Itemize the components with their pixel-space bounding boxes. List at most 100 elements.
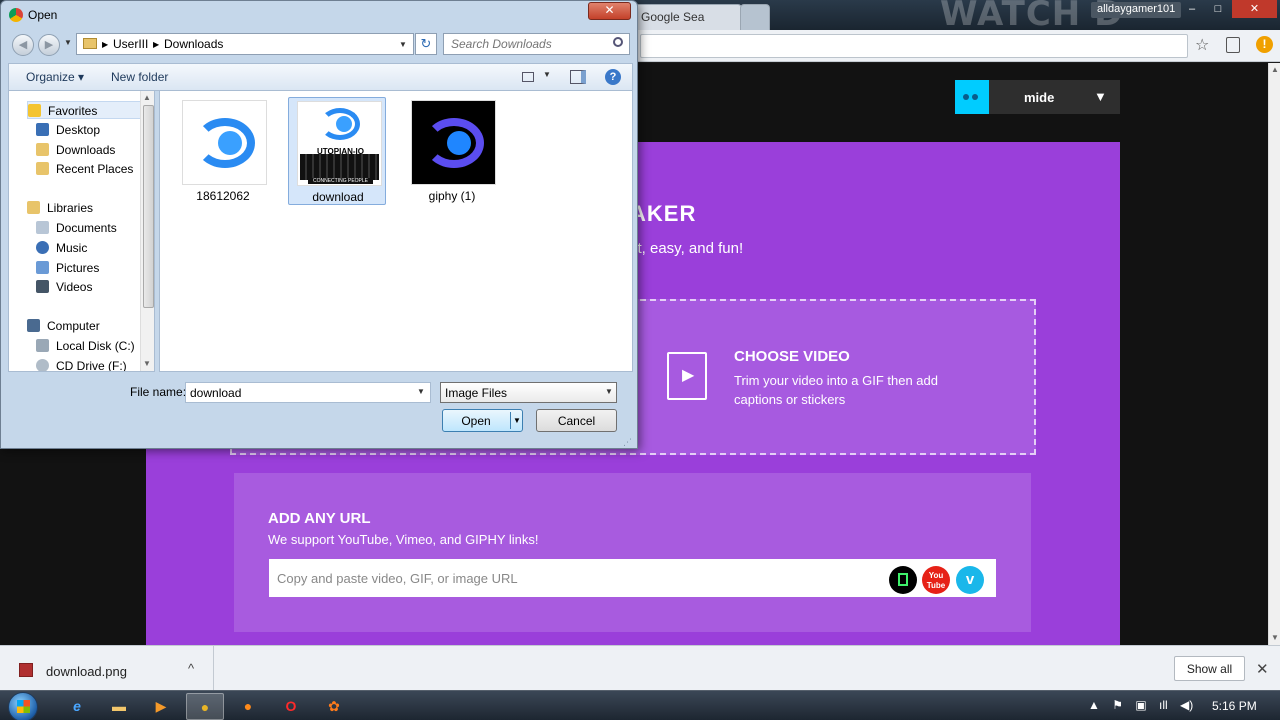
download-item[interactable]: download.png ^ — [0, 646, 214, 690]
forward-button[interactable]: ▶ — [38, 34, 60, 56]
sidebar-item-cd-drive[interactable]: CD Drive (F:) — [36, 357, 154, 371]
sidebar-item-libraries[interactable]: Libraries — [27, 199, 154, 217]
tab-google-search[interactable]: Google Sea — [632, 4, 742, 30]
explorer-icon[interactable]: ▬ — [100, 693, 138, 720]
chrome-icon — [9, 8, 23, 22]
file-name: download — [312, 190, 364, 204]
sidebar-item-recent-places[interactable]: Recent Places — [36, 160, 154, 178]
chevron-right-icon[interactable]: ▶ — [102, 40, 108, 49]
page-scrollbar[interactable]: ▲ ▼ — [1268, 63, 1280, 645]
sidebar-item-local-disk[interactable]: Local Disk (C:) — [36, 337, 154, 355]
file-name-field[interactable] — [185, 382, 431, 403]
sidebar-item-label: Downloads — [56, 143, 116, 157]
sidebar-item-music[interactable]: Music — [36, 239, 154, 257]
chrome-icon[interactable]: ● — [186, 693, 224, 720]
sidebar-item-favorites[interactable]: Favorites — [27, 101, 141, 119]
add-url-panel: ADD ANY URL We support YouTube, Vimeo, a… — [234, 473, 1031, 632]
media-player-icon[interactable]: ▶ — [142, 693, 180, 720]
file-name: 18612062 — [196, 189, 250, 203]
volume-icon[interactable]: ◀) — [1180, 698, 1193, 712]
scrollbar-thumb[interactable] — [143, 105, 154, 308]
user-name: mide — [1024, 90, 1055, 105]
vimeo-icon: v — [956, 566, 984, 594]
close-icon[interactable]: ✕ — [1256, 660, 1269, 678]
maximize-button[interactable]: □ — [1206, 0, 1230, 18]
chevron-right-icon[interactable]: ▶ — [153, 40, 159, 49]
sidebar-item-label: Music — [56, 241, 88, 255]
recent-locations-dropdown[interactable]: ▼ — [64, 38, 72, 47]
file-type-select[interactable]: Image Files — [440, 382, 617, 403]
folder-icon — [83, 38, 97, 49]
disk-icon — [36, 339, 49, 352]
preview-pane-icon[interactable] — [570, 70, 586, 84]
show-all-button[interactable]: Show all — [1174, 656, 1245, 681]
network-icon[interactable]: ıll — [1159, 698, 1168, 712]
sidebar-item-label: Local Disk (C:) — [56, 339, 135, 353]
file-list: 18612062 UTOPIAN-IO CONNECTING PEOPLE do… — [159, 91, 633, 372]
dialog-close-button[interactable]: ✕ — [588, 2, 631, 20]
sidebar-item-pictures[interactable]: Pictures — [36, 259, 154, 277]
clock[interactable]: 5:16 PM — [1212, 699, 1257, 713]
user-menu[interactable]: mide ▼ — [955, 80, 1120, 114]
address-bar[interactable] — [640, 34, 1188, 58]
help-icon[interactable]: ? — [605, 69, 621, 85]
opera-icon[interactable]: O — [272, 693, 310, 720]
chevron-down-icon[interactable]: ▼ — [605, 387, 613, 396]
device-icon[interactable]: ▣ — [1135, 698, 1146, 712]
open-button-label: Open — [461, 414, 491, 428]
star-icon[interactable]: ☆ — [1195, 35, 1209, 55]
firefox-icon[interactable]: ● — [229, 693, 267, 720]
view-dropdown[interactable]: ▼ — [543, 70, 551, 79]
sidebar-item-label: Videos — [56, 280, 93, 294]
show-hidden-icons-icon[interactable]: ▲ — [1088, 698, 1100, 712]
resize-grip-icon[interactable]: ⋰ — [623, 437, 632, 448]
sidebar-item-computer[interactable]: Computer — [27, 317, 154, 335]
system-tray[interactable]: ▲ ⚑ ▣ ıll ◀) — [1088, 698, 1202, 712]
url-input[interactable] — [269, 559, 996, 597]
page-icon[interactable] — [1226, 37, 1240, 53]
ie-icon[interactable]: e — [58, 693, 96, 720]
app-icon[interactable]: ✿ — [315, 693, 353, 720]
breadcrumb-user[interactable]: UserIII — [113, 37, 148, 51]
sidebar-item-downloads[interactable]: Downloads — [36, 141, 154, 159]
new-tab-button[interactable] — [740, 4, 770, 30]
open-button[interactable]: Open ▼ — [442, 409, 523, 432]
sidebar-item-videos[interactable]: Videos — [36, 278, 154, 296]
view-icon[interactable] — [522, 72, 534, 82]
image-thumbnail: UTOPIAN-IO CONNECTING PEOPLE — [297, 101, 382, 186]
open-options-dropdown[interactable]: ▼ — [513, 416, 521, 425]
action-center-icon[interactable]: ⚑ — [1112, 698, 1123, 712]
cd-drive-icon — [36, 359, 49, 371]
file-item[interactable]: giphy (1) — [403, 97, 501, 205]
downloads-icon — [36, 143, 49, 156]
start-button[interactable] — [8, 692, 38, 720]
search-icon[interactable] — [613, 37, 623, 47]
dialog-titlebar[interactable]: Open ✕ — [1, 1, 637, 29]
back-button[interactable]: ◀ — [12, 34, 34, 56]
refresh-button[interactable]: ↻ — [415, 33, 437, 55]
libraries-icon — [27, 201, 40, 214]
sidebar-item-desktop[interactable]: Desktop — [36, 121, 154, 139]
file-item-selected[interactable]: UTOPIAN-IO CONNECTING PEOPLE download — [288, 97, 386, 205]
file-item[interactable]: 18612062 — [174, 97, 272, 205]
search-input[interactable] — [443, 33, 630, 55]
scrollbar[interactable]: ▲ ▼ — [140, 91, 154, 371]
minimize-button[interactable]: – — [1180, 0, 1204, 18]
scroll-down-icon[interactable]: ▼ — [143, 359, 151, 368]
breadcrumb-downloads[interactable]: Downloads — [164, 37, 223, 51]
breadcrumb[interactable]: ▶ UserIII ▶ Downloads ▼ — [76, 33, 414, 55]
computer-icon — [27, 319, 40, 332]
address-dropdown[interactable]: ▼ — [399, 40, 407, 49]
sidebar-item-label: Documents — [56, 221, 117, 235]
new-folder-button[interactable]: New folder — [111, 70, 168, 84]
cancel-button[interactable]: Cancel — [536, 409, 617, 432]
file-name-dropdown[interactable]: ▼ — [417, 387, 425, 396]
profile-chip[interactable]: alldaygamer101 — [1091, 2, 1182, 18]
close-window-button[interactable]: ✕ — [1232, 0, 1277, 18]
alert-icon[interactable]: ! — [1256, 36, 1273, 53]
chevron-down-icon: ▼ — [1094, 89, 1107, 104]
sidebar-item-documents[interactable]: Documents — [36, 219, 154, 237]
chevron-up-icon[interactable]: ^ — [188, 661, 194, 676]
organize-button[interactable]: Organize ▾ — [26, 70, 84, 84]
scroll-up-icon[interactable]: ▲ — [143, 93, 151, 102]
